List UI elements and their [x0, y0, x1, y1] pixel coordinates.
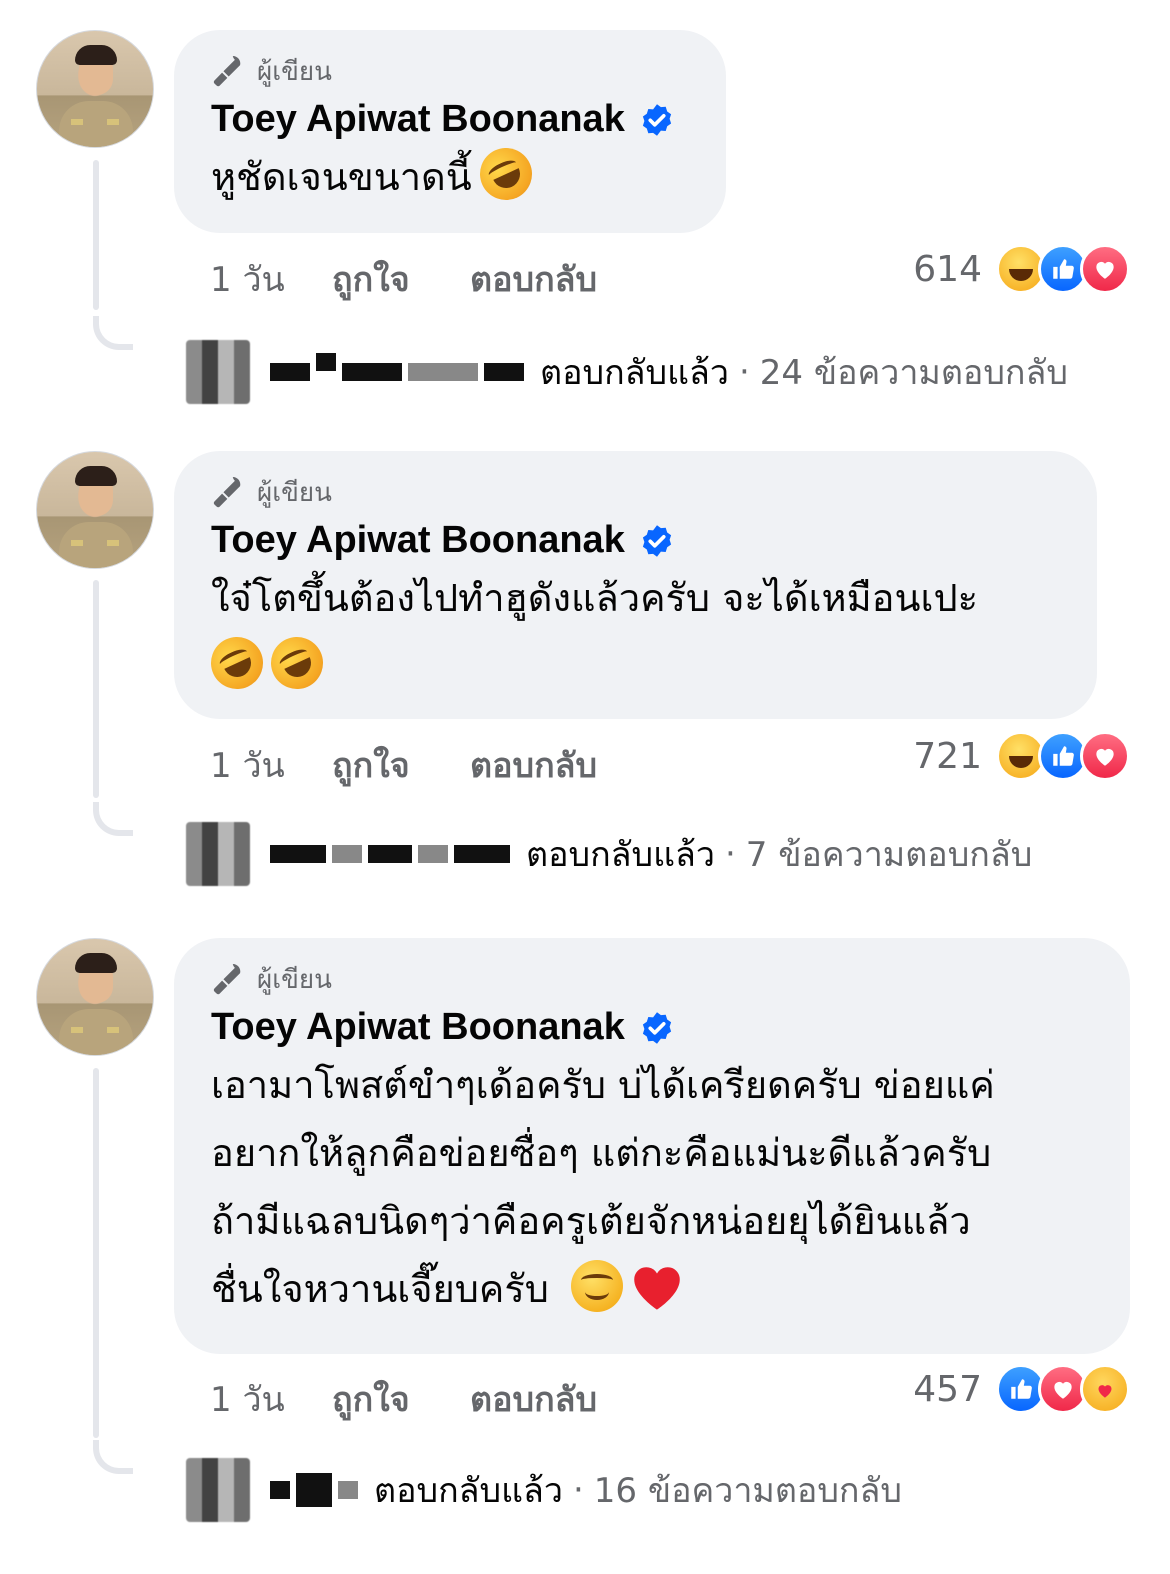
- thread-line: [93, 1068, 99, 1438]
- reply-button[interactable]: ตอบกลับ: [470, 1372, 597, 1426]
- author-tag-label: ผู้เขียน: [257, 964, 332, 995]
- replied-label: ตอบกลับแล้ว: [526, 835, 715, 875]
- thread-curve: [93, 1440, 133, 1474]
- thread-curve: [93, 316, 133, 350]
- comment-text-line: เอามาโพสต์ขำๆเด้อครับ บ่ได้เครียดครับ ข่…: [211, 1063, 995, 1107]
- verified-badge-icon: [642, 524, 671, 557]
- reaction-summary[interactable]: 457: [913, 1364, 1130, 1414]
- author-tag-label: ผู้เขียน: [257, 56, 332, 87]
- author-name[interactable]: Toey Apiwat Boonanak: [211, 519, 625, 562]
- comment-text: เอามาโพสต์ขำๆเด้อครับ บ่ได้เครียดครับ ข่…: [211, 1051, 1094, 1323]
- rofl-emoji-icon: [262, 628, 332, 698]
- rofl-emoji-icon: [471, 139, 541, 209]
- replier-name-redacted: [270, 1473, 358, 1507]
- reaction-summary[interactable]: 721: [913, 731, 1130, 781]
- author-tag-label: ผู้เขียน: [257, 477, 332, 508]
- author-tag: ผู้เขียน: [211, 475, 1061, 509]
- microphone-icon: [213, 55, 241, 87]
- replied-label: ตอบกลับแล้ว: [540, 353, 729, 393]
- reply-button[interactable]: ตอบกลับ: [470, 252, 597, 306]
- comment-text: ใจ๋โตขึ้นต้องไปทำฮูดังแล้วครับ จะได้เหมื…: [202, 564, 1061, 700]
- comment-text-line: อยากให้ลูกคือข่อยซื่อๆ แต่กะคือแม่นะดีแล…: [211, 1131, 992, 1175]
- comment-time[interactable]: 1 วัน: [210, 252, 332, 306]
- reply-count: 24 ข้อความตอบกลับ: [759, 353, 1068, 393]
- reply-count: 7 ข้อความตอบกลับ: [745, 835, 1033, 875]
- smiling-face-emoji-icon: [570, 1260, 623, 1312]
- reaction-count: 721: [913, 735, 982, 777]
- view-replies-link[interactable]: ตอบกลับแล้ว · 16 ข้อความตอบกลับ: [186, 1458, 902, 1522]
- author-avatar[interactable]: [36, 451, 154, 569]
- author-avatar[interactable]: [36, 938, 154, 1056]
- comment-text-line: ชื่นใจหวานเจี๊ยบครับ: [211, 1267, 549, 1311]
- comment-bubble: ผู้เขียน Toey Apiwat Boonanak หูชัดเจนขน…: [174, 30, 726, 233]
- thread-curve: [93, 802, 133, 836]
- like-button[interactable]: ถูกใจ: [332, 1372, 470, 1426]
- author-tag: ผู้เขียน: [211, 54, 690, 88]
- verified-badge-icon: [642, 1011, 671, 1044]
- reaction-count: 457: [913, 1368, 982, 1410]
- rofl-emoji-icon: [202, 628, 272, 698]
- view-replies-link[interactable]: ตอบกลับแล้ว · 7 ข้อความตอบกลับ: [186, 822, 1032, 886]
- replier-name-redacted: [270, 845, 510, 863]
- replier-name-redacted: [270, 353, 524, 381]
- love-reaction-icon: [1080, 731, 1130, 781]
- comment-text-body: ใจ๋โตขึ้นต้องไปทำฮูดังแล้วครับ จะได้เหมื…: [211, 576, 978, 620]
- reply-button[interactable]: ตอบกลับ: [470, 738, 597, 792]
- comment-actions: 1 วัน ถูกใจ ตอบกลับ: [210, 738, 597, 792]
- replier-avatar: [186, 1458, 250, 1522]
- separator: ·: [724, 834, 736, 874]
- author-tag: ผู้เขียน: [211, 962, 1094, 996]
- comment-actions: 1 วัน ถูกใจ ตอบกลับ: [210, 252, 597, 306]
- care-reaction-icon: [1080, 1364, 1130, 1414]
- comment-text-line: ถ้ามีแฉลบนิดๆว่าคือครูเต้ยจักหน่อยยุได้ย…: [211, 1199, 971, 1243]
- comment-text-body: หูชัดเจนขนาดนี้: [211, 155, 472, 199]
- author-name[interactable]: Toey Apiwat Boonanak: [211, 1006, 625, 1049]
- like-button[interactable]: ถูกใจ: [332, 252, 470, 306]
- reaction-summary[interactable]: 614: [913, 244, 1130, 294]
- red-heart-emoji-icon: [634, 1267, 680, 1310]
- comment-bubble: ผู้เขียน Toey Apiwat Boonanak ใจ๋โตขึ้นต…: [174, 451, 1097, 719]
- love-reaction-icon: [1080, 244, 1130, 294]
- view-replies-link[interactable]: ตอบกลับแล้ว · 24 ข้อความตอบกลับ: [186, 340, 1068, 404]
- verified-badge-icon: [642, 103, 671, 136]
- author-avatar[interactable]: [36, 30, 154, 148]
- replier-avatar: [186, 822, 250, 886]
- author-name[interactable]: Toey Apiwat Boonanak: [211, 98, 625, 141]
- comment-time[interactable]: 1 วัน: [210, 1372, 332, 1426]
- separator: ·: [572, 1470, 584, 1510]
- comment-text: หูชัดเจนขนาดนี้: [211, 139, 690, 211]
- thread-line: [93, 160, 99, 310]
- replier-avatar: [186, 340, 250, 404]
- comment-bubble: ผู้เขียน Toey Apiwat Boonanak เอามาโพสต์…: [174, 938, 1130, 1354]
- reply-count: 16 ข้อความตอบกลับ: [593, 1471, 902, 1511]
- microphone-icon: [213, 476, 241, 508]
- comment-time[interactable]: 1 วัน: [210, 738, 332, 792]
- comment-actions: 1 วัน ถูกใจ ตอบกลับ: [210, 1372, 597, 1426]
- microphone-icon: [213, 963, 241, 995]
- thread-line: [93, 580, 99, 798]
- like-button[interactable]: ถูกใจ: [332, 738, 470, 792]
- separator: ·: [738, 352, 750, 392]
- reaction-count: 614: [913, 248, 982, 290]
- replied-label: ตอบกลับแล้ว: [374, 1471, 563, 1511]
